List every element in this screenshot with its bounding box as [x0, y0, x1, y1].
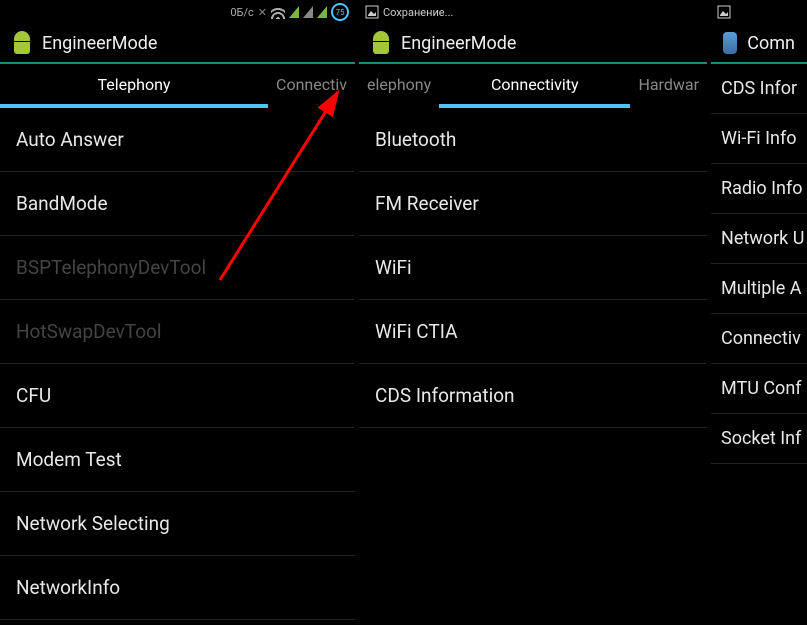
- list-connectivity: Bluetooth FM Receiver WiFi WiFi CTIA CDS…: [359, 108, 707, 625]
- list-item[interactable]: WiFi: [359, 236, 707, 300]
- list-item: HotSwapDevTool: [0, 300, 355, 364]
- battery-icon: 75: [331, 3, 349, 21]
- list-item[interactable]: CFU: [0, 364, 355, 428]
- list-item[interactable]: NetworkInfo: [0, 556, 355, 620]
- list-item[interactable]: Socket Inf: [711, 414, 807, 464]
- tab-bar: Telephony Connectiv: [0, 64, 355, 108]
- list-item[interactable]: Auto Answer: [0, 108, 355, 172]
- status-bar: Сохранение...: [359, 0, 707, 24]
- signal-icon-3: [317, 6, 327, 18]
- signal-icon-1: [289, 6, 299, 18]
- phone-panel-2: Сохранение... EngineerMode elephony Conn…: [359, 0, 707, 625]
- wifi-icon: [271, 5, 285, 19]
- list-item[interactable]: Network U: [711, 214, 807, 264]
- mute-icon: ✕: [258, 6, 267, 19]
- network-speed: 0Б/с: [230, 6, 253, 19]
- list-cds: CDS Infor Wi-Fi Info Radio Info Network …: [711, 64, 807, 625]
- title-bar: EngineerMode: [359, 24, 707, 64]
- list-item[interactable]: MTU Conf: [711, 364, 807, 414]
- tab-hardware[interactable]: Hardwar: [630, 64, 707, 108]
- list-item[interactable]: WiFi CTIA: [359, 300, 707, 364]
- app-icon: [723, 32, 737, 54]
- list-item[interactable]: Multiple A: [711, 264, 807, 314]
- phone-panel-1: 0Б/с ✕ 75 EngineerMode Telephony Connect…: [0, 0, 355, 625]
- android-icon: [371, 31, 391, 55]
- list-item[interactable]: Connectiv: [711, 314, 807, 364]
- list-item[interactable]: BandMode: [0, 172, 355, 236]
- title-bar: Comn: [711, 24, 807, 64]
- list-telephony: Auto Answer BandMode BSPTelephonyDevTool…: [0, 108, 355, 625]
- signal-icon-2: [303, 6, 313, 18]
- list-item[interactable]: Radio Info: [711, 164, 807, 214]
- tab-connectivity[interactable]: Connectiv: [268, 64, 355, 108]
- phone-panel-3: Comn CDS Infor Wi-Fi Info Radio Info Net…: [711, 0, 807, 625]
- list-item[interactable]: Network Selecting: [0, 492, 355, 556]
- status-bar: 0Б/с ✕ 75: [0, 0, 355, 24]
- image-icon: [717, 5, 731, 19]
- list-item[interactable]: Wi-Fi Info: [711, 114, 807, 164]
- status-text: Сохранение...: [383, 6, 453, 19]
- list-item[interactable]: FM Receiver: [359, 172, 707, 236]
- image-icon: [365, 5, 379, 19]
- list-item: BSPTelephonyDevTool: [0, 236, 355, 300]
- list-item[interactable]: Modem Test: [0, 428, 355, 492]
- status-bar: [711, 0, 807, 24]
- app-title: EngineerMode: [401, 33, 516, 54]
- tab-connectivity[interactable]: Connectivity: [439, 64, 630, 108]
- tab-telephony[interactable]: Telephony: [0, 64, 268, 108]
- android-icon: [12, 31, 32, 55]
- app-title: Comn: [747, 33, 795, 54]
- tab-bar: elephony Connectivity Hardwar: [359, 64, 707, 108]
- app-title: EngineerMode: [42, 33, 157, 54]
- list-item[interactable]: Bluetooth: [359, 108, 707, 172]
- list-item[interactable]: CDS Infor: [711, 64, 807, 114]
- tab-telephony[interactable]: elephony: [359, 64, 439, 108]
- list-item[interactable]: CDS Information: [359, 364, 707, 428]
- title-bar: EngineerMode: [0, 24, 355, 64]
